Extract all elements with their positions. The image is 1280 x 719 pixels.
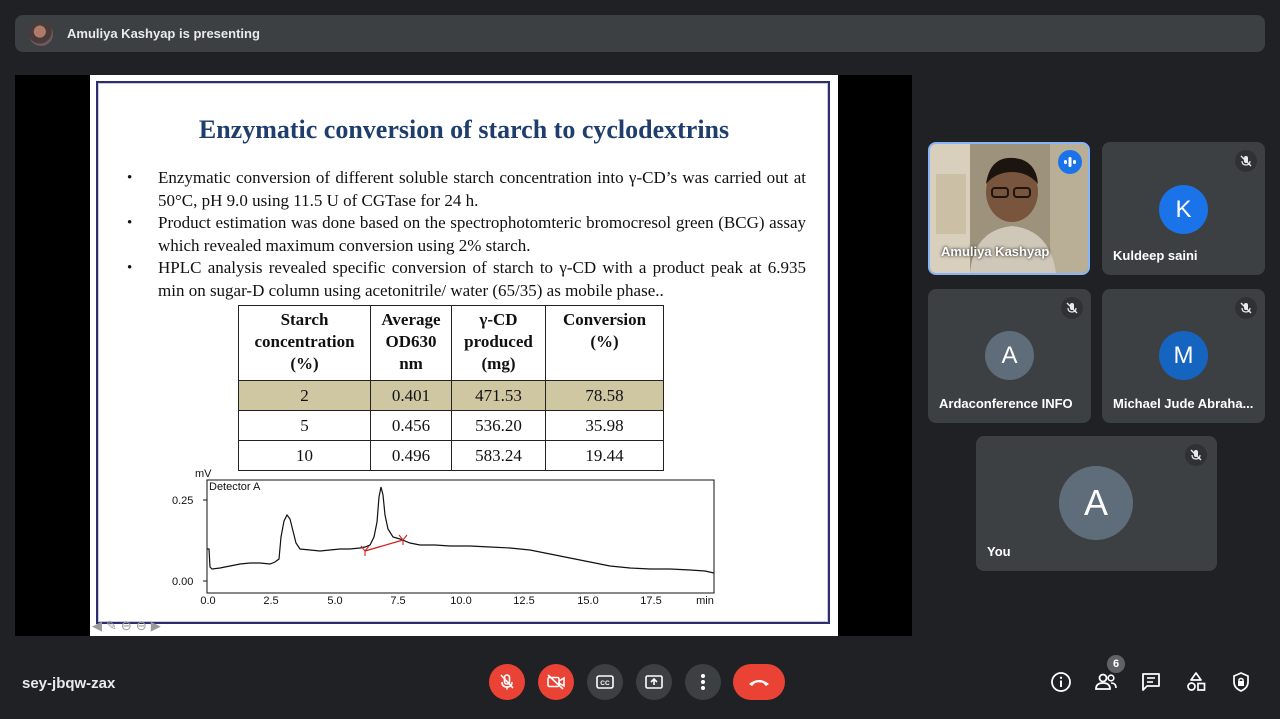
participant-tile-amuliya[interactable]: Amuliya Kashyap bbox=[928, 142, 1090, 275]
next-slide-icon[interactable]: ▶ bbox=[151, 618, 161, 634]
table-cell: 2 bbox=[238, 380, 371, 411]
bottom-control-bar: sey-jbqw-zax CC 6 bbox=[0, 645, 1280, 719]
chat-button[interactable] bbox=[1138, 669, 1164, 695]
svg-text:CC: CC bbox=[600, 680, 610, 687]
pen-icon[interactable]: ✎ bbox=[106, 618, 117, 634]
captions-icon: CC bbox=[596, 675, 614, 689]
slide-bullets: Enzymatic conversion of different solubl… bbox=[126, 167, 806, 302]
shield-lock-icon bbox=[1233, 672, 1249, 692]
more-vert-icon bbox=[701, 674, 705, 690]
activities-icon bbox=[1187, 672, 1206, 691]
bullet-item: Enzymatic conversion of different solubl… bbox=[126, 167, 806, 212]
previous-slide-icon[interactable]: ◀ bbox=[92, 618, 102, 634]
integration-baseline bbox=[364, 539, 404, 552]
table-header: Conversion (%) bbox=[545, 305, 664, 381]
table-cell: 471.53 bbox=[451, 380, 546, 411]
avatar: K bbox=[1159, 185, 1208, 234]
muted-mic-icon bbox=[1235, 297, 1257, 319]
more-options-button[interactable] bbox=[685, 664, 721, 700]
bullet-item: HPLC analysis revealed specific conversi… bbox=[126, 257, 806, 302]
meeting-details-button[interactable] bbox=[1048, 669, 1074, 695]
table-header: Average OD630 nm bbox=[370, 305, 452, 381]
table-row: 2 0.401 471.53 78.58 bbox=[238, 380, 664, 411]
y-unit-label: mV bbox=[195, 468, 212, 480]
table-cell: 78.58 bbox=[545, 380, 664, 411]
muted-mic-icon bbox=[1185, 444, 1207, 466]
detector-label: Detector A bbox=[209, 481, 261, 493]
x-tick-label: 12.5 bbox=[513, 595, 534, 607]
info-icon bbox=[1051, 672, 1071, 692]
slide-title: Enzymatic conversion of starch to cyclod… bbox=[198, 115, 730, 144]
table-cell: 5 bbox=[238, 410, 371, 441]
meeting-code: sey-jbqw-zax bbox=[22, 675, 116, 692]
x-tick-label: 7.5 bbox=[390, 595, 405, 607]
activities-button[interactable] bbox=[1183, 669, 1209, 695]
camera-off-icon bbox=[547, 674, 565, 690]
presenting-text: Amuliya Kashyap is presenting bbox=[67, 26, 260, 41]
slide-menu-icon[interactable]: ⊖ bbox=[121, 618, 132, 634]
speaking-indicator-icon bbox=[1058, 150, 1082, 174]
table-cell: 35.98 bbox=[545, 410, 664, 441]
participant-tile-kuldeep[interactable]: K Kuldeep saini bbox=[1102, 142, 1265, 275]
table-cell: 19.44 bbox=[545, 440, 664, 471]
avatar: A bbox=[985, 331, 1034, 380]
participant-name: Kuldeep saini bbox=[1113, 248, 1198, 263]
table-row: 10 0.496 583.24 19.44 bbox=[238, 440, 664, 471]
y-tick-label: 0.00 bbox=[172, 576, 193, 588]
presentation-stage: Enzymatic conversion of starch to cyclod… bbox=[15, 75, 912, 636]
avatar: A bbox=[1059, 466, 1133, 540]
slide-options-icon[interactable]: ⊖ bbox=[136, 618, 147, 634]
presentation-slide: Enzymatic conversion of starch to cyclod… bbox=[90, 75, 838, 636]
participant-name: Amuliya Kashyap bbox=[941, 244, 1050, 259]
table-cell: 0.401 bbox=[370, 380, 452, 411]
x-tick-label: 2.5 bbox=[263, 595, 278, 607]
peak-end-marker bbox=[398, 534, 408, 545]
participant-name: Michael Jude Abraha... bbox=[1113, 396, 1254, 411]
results-table: Starch concentration (%) Average OD630 n… bbox=[238, 305, 664, 471]
x-tick-label: 15.0 bbox=[577, 595, 598, 607]
table-row: 5 0.456 536.20 35.98 bbox=[238, 410, 664, 441]
table-cell: 536.20 bbox=[451, 410, 546, 441]
participant-tile-michael[interactable]: M Michael Jude Abraha... bbox=[1102, 289, 1265, 423]
slide-navigation-tools: ◀ ✎ ⊖ ⊖ ▶ bbox=[92, 618, 161, 634]
table-cell: 583.24 bbox=[451, 440, 546, 471]
plot-frame bbox=[206, 479, 715, 594]
chat-icon bbox=[1142, 673, 1160, 691]
present-button[interactable] bbox=[636, 664, 672, 700]
captions-button[interactable]: CC bbox=[587, 664, 623, 700]
mic-off-icon bbox=[500, 674, 514, 690]
table-cell: 10 bbox=[238, 440, 371, 471]
camera-toggle-button[interactable] bbox=[538, 664, 574, 700]
mic-toggle-button[interactable] bbox=[489, 664, 525, 700]
x-tick-label: 0.0 bbox=[200, 595, 215, 607]
participant-name: You bbox=[987, 544, 1011, 559]
leave-call-button[interactable] bbox=[733, 664, 785, 700]
table-header-row: Starch concentration (%) Average OD630 n… bbox=[238, 305, 664, 381]
table-header: Starch concentration (%) bbox=[238, 305, 371, 381]
table-header: γ-CD produced (mg) bbox=[451, 305, 546, 381]
people-icon bbox=[1095, 673, 1117, 690]
chromatogram-trace bbox=[207, 486, 715, 574]
table-cell: 0.456 bbox=[370, 410, 452, 441]
presenter-avatar bbox=[29, 21, 53, 46]
x-tick-label: 17.5 bbox=[640, 595, 661, 607]
x-tick-label: min bbox=[696, 595, 714, 607]
muted-mic-icon bbox=[1235, 150, 1257, 172]
y-tick-label: 0.25 bbox=[172, 495, 193, 507]
muted-mic-icon bbox=[1061, 297, 1083, 319]
hplc-chromatogram: mV Detector A 0.25 0.00 0.0 2.5 5.0 7.5 … bbox=[172, 468, 715, 607]
hang-up-icon bbox=[749, 680, 769, 686]
present-screen-icon bbox=[645, 675, 663, 689]
participant-tile-ardaconference[interactable]: A Ardaconference INFO bbox=[928, 289, 1091, 423]
bullet-item: Product estimation was done based on the… bbox=[126, 212, 806, 257]
table-cell: 0.496 bbox=[370, 440, 452, 471]
participant-tile-you[interactable]: A You bbox=[976, 436, 1217, 571]
x-tick-label: 5.0 bbox=[327, 595, 342, 607]
people-button[interactable] bbox=[1093, 669, 1119, 695]
participant-name: Ardaconference INFO bbox=[939, 396, 1073, 411]
host-controls-button[interactable] bbox=[1228, 669, 1254, 695]
presenting-banner: Amuliya Kashyap is presenting bbox=[15, 15, 1265, 52]
avatar: M bbox=[1159, 331, 1208, 380]
x-tick-label: 10.0 bbox=[450, 595, 471, 607]
